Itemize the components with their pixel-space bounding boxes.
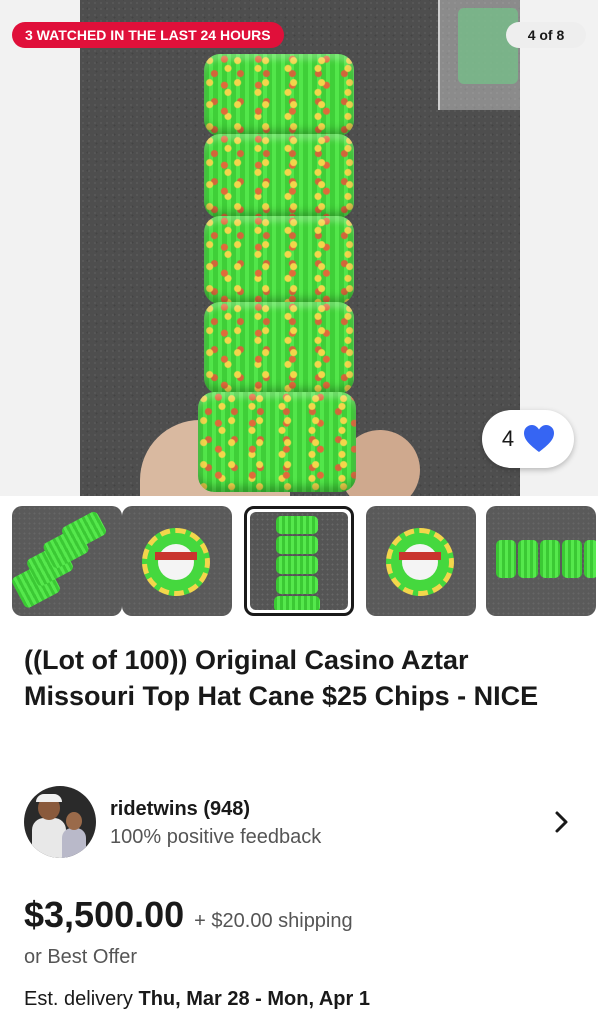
thumbnail-5[interactable] (486, 506, 596, 616)
watch-button[interactable]: 4 (482, 410, 574, 468)
main-product-photo[interactable] (80, 0, 520, 496)
chip-stack (204, 134, 354, 218)
thumbnail-1[interactable] (12, 506, 122, 616)
avatar (24, 786, 96, 858)
image-counter: 4 of 8 (506, 22, 586, 48)
chip-stack (204, 302, 354, 394)
seller-card[interactable]: ridetwins (948) 100% positive feedback (24, 786, 584, 858)
chip-stack (198, 392, 356, 492)
shipping-cost: + $20.00 shipping (194, 910, 353, 932)
chevron-right-icon[interactable] (554, 810, 570, 834)
main-image-carousel[interactable]: 3 WATCHED IN THE LAST 24 HOURS 4 of 8 4 (0, 0, 598, 496)
listing-title: ((Lot of 100)) Original Casino Aztar Mis… (24, 645, 539, 711)
watch-count: 4 (501, 426, 515, 451)
seller-name: ridetwins (948) (110, 798, 251, 820)
price-row: $3,500.00 + $20.00 shipping (24, 894, 353, 936)
best-offer-label: or Best Offer (24, 946, 138, 968)
estimated-delivery: Est. delivery Thu, Mar 28 - Mon, Apr 1 (24, 988, 370, 1011)
thumbnail-3[interactable] (244, 506, 354, 616)
item-price: $3,500.00 (24, 894, 185, 935)
delivery-label: Est. delivery (24, 988, 139, 1010)
thumbnail-strip[interactable] (0, 506, 598, 618)
chip-stack (204, 54, 354, 136)
thumbnail-2[interactable] (122, 506, 232, 616)
seller-feedback: 100% positive feedback (110, 826, 322, 848)
chip-stack (204, 216, 354, 304)
watched-badge: 3 WATCHED IN THE LAST 24 HOURS (12, 22, 284, 48)
heart-icon (524, 425, 555, 452)
photo-acrylic-rack (438, 0, 520, 110)
delivery-dates: Thu, Mar 28 - Mon, Apr 1 (138, 988, 370, 1010)
thumbnail-4[interactable] (366, 506, 476, 616)
